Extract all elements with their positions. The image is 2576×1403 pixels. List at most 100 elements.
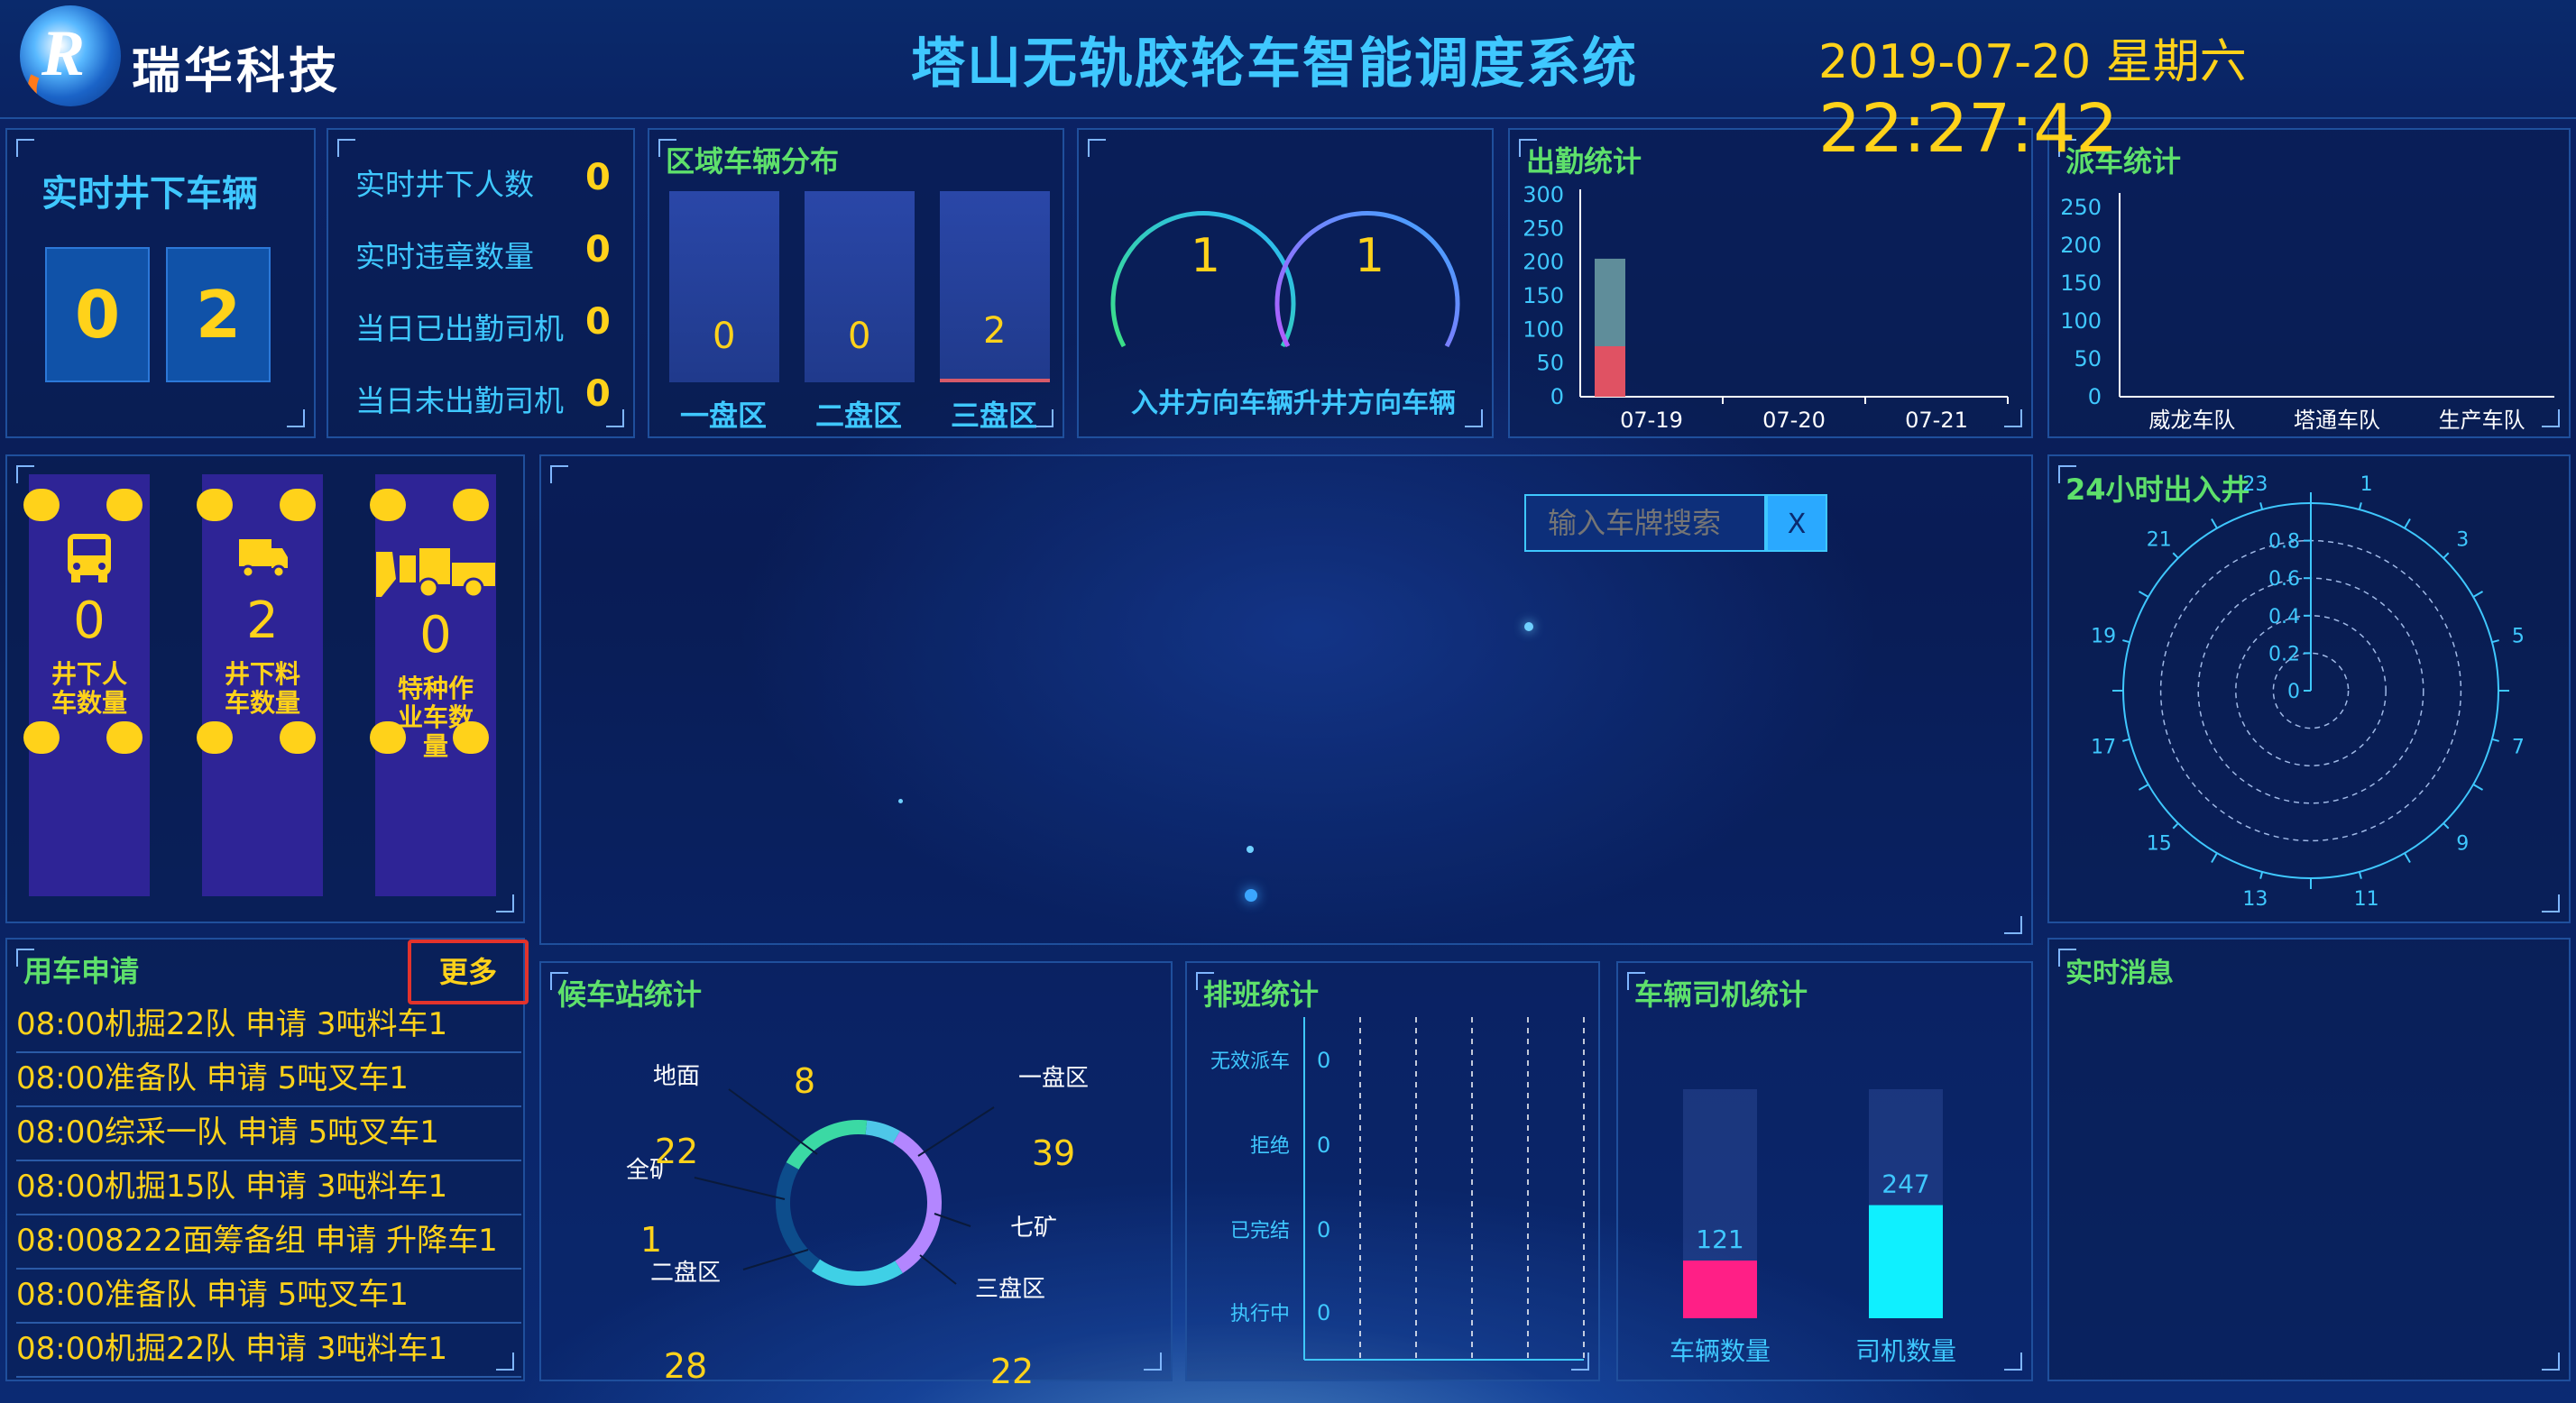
polar-tick: [2138, 784, 2149, 791]
polar-tick: [2404, 518, 2411, 529]
application-item[interactable]: 08:00机掘15队 申请 3吨料车1: [16, 1161, 521, 1215]
header: R 瑞华科技 塔山无轨胶轮车智能调度系统 2019-07-20 星期六 22:2…: [0, 0, 2576, 168]
schedule-category-label: 拒绝: [1250, 1135, 1290, 1158]
donut-value-label: 1: [640, 1220, 662, 1260]
y-tick-label: 300: [1523, 182, 1564, 207]
donut-value-label: 22: [990, 1352, 1034, 1383]
donut-value-label: 39: [1032, 1133, 1075, 1173]
decor-dot: [23, 721, 60, 754]
polar-radius-label: 0.4: [2268, 606, 2300, 628]
application-item[interactable]: 08:00机掘22队 申请 3吨料车1: [16, 999, 521, 1053]
hour-label: 7: [2512, 737, 2525, 759]
realtime-stats-panel: 实时井下人数 0 实时违章数量 0 当日已出勤司机 0 当日未出勤司机 0: [327, 128, 635, 438]
hour-label: 9: [2456, 832, 2469, 855]
application-item[interactable]: 08:00准备队 申请 5吨叉车1: [16, 1270, 521, 1324]
polar-tick: [2491, 738, 2499, 742]
attendance-chart: 300 250 200 150 100 50 0 07-19 07-20 07-21: [1523, 182, 2009, 433]
more-button[interactable]: 更多: [408, 940, 529, 1004]
stat-value: 0: [585, 301, 611, 343]
hour-label: 13: [2242, 888, 2268, 911]
polar-radius-label: 0: [2287, 681, 2300, 703]
y-tick-label: 50: [2074, 346, 2102, 371]
schedule-chart: 无效派车 0 拒绝 0 已完结 0 执行中 0: [1210, 1017, 1585, 1361]
polar-tick: [2259, 871, 2264, 879]
digit: 0: [74, 277, 121, 353]
stat-value: 0: [585, 373, 611, 415]
schedule-category-label: 无效派车: [1210, 1050, 1290, 1073]
y-tick-label: 0: [2088, 384, 2102, 409]
application-item[interactable]: 08:008222面筹备组 申请 升降车1: [16, 1215, 521, 1270]
y-tick-label: 50: [1536, 351, 1564, 376]
polar-tick: [2443, 552, 2450, 559]
donut-slice: [786, 1120, 868, 1170]
map-dot: [1245, 889, 1257, 902]
polar-tick: [2491, 639, 2499, 644]
map-dot: [1247, 846, 1254, 853]
donut-slice-label: 三盘区: [975, 1276, 1045, 1303]
application-item[interactable]: 08:00机掘22队 申请 3吨料车1: [16, 1324, 521, 1378]
schedule-category-label: 执行中: [1230, 1303, 1290, 1325]
stat-label: 当日已出勤司机: [355, 311, 564, 346]
polar-tick: [2211, 518, 2218, 529]
applications-title: 用车申请: [23, 954, 140, 988]
decor-dot: [197, 721, 233, 754]
polar-tick: [2122, 738, 2130, 742]
donut-value-label: 22: [655, 1132, 698, 1171]
stat-label: 当日未出勤司机: [355, 383, 564, 418]
dispatch-panel: 派车统计 250 200 150 100 50 0 威龙车队 塔通车队 生产车队: [2047, 128, 2571, 438]
schedule-value-label: 0: [1317, 1217, 1330, 1243]
y-tick-label: 150: [1523, 283, 1564, 308]
decor-dot: [106, 721, 143, 754]
clear-search-button[interactable]: X: [1766, 494, 1827, 552]
stat-label: 实时违章数量: [355, 239, 534, 274]
schedule-value-label: 0: [1317, 1132, 1330, 1158]
vehicle-type-column: 0 井下人车数量: [23, 474, 150, 896]
messages-title: 实时消息: [2065, 958, 2174, 989]
hour-label: 19: [2091, 625, 2116, 647]
y-tick-label: 100: [2060, 308, 2102, 334]
region-bar: [940, 191, 1050, 382]
time-label: 22:27:42: [1818, 90, 2119, 168]
application-item[interactable]: 08:00综采一队 申请 5吨叉车1: [16, 1107, 521, 1161]
polar-tick: [2211, 852, 2218, 864]
attendance-bar: [1595, 258, 1625, 346]
donut-slice-label: 地面: [653, 1063, 700, 1090]
region-label: 一盘区: [680, 399, 768, 433]
polar-tick: [2122, 639, 2130, 644]
polar-tick: [2472, 784, 2484, 791]
vehicle-type-column: 0 特种作业车数量: [370, 474, 499, 896]
region-label: 三盘区: [951, 399, 1038, 433]
donut-leader-line: [919, 1254, 957, 1285]
digit-box: 2: [166, 247, 271, 382]
stat-label: 实时井下人数: [355, 167, 534, 202]
hour-label: 11: [2354, 888, 2379, 911]
application-item[interactable]: 08:00准备队 申请 5吨叉车1: [16, 1053, 521, 1107]
direction-label: 入井方向车辆升井方向车辆: [1131, 388, 1456, 419]
x-tick-label: 塔通车队: [2294, 408, 2380, 433]
region-value: 0: [848, 316, 871, 357]
hour-label: 3: [2456, 529, 2469, 552]
map-panel: X: [539, 454, 2033, 945]
polar-tick: [2472, 591, 2484, 598]
y-tick-label: 250: [1523, 215, 1564, 241]
donut-slice-label: 七矿: [1010, 1215, 1057, 1242]
attendance-panel: 出勤统计 300 250 200 150 100 50 0 07-19 07-20 07-21: [1508, 128, 2033, 438]
applications-panel: 用车申请 更多 08:00机掘22队 申请 3吨料车1 08:00准备队 申请 5…: [5, 938, 529, 1381]
vd-category-label: 车辆数量: [1670, 1336, 1771, 1366]
y-tick-label: 250: [2060, 195, 2102, 220]
hour-label: 5: [2512, 625, 2525, 647]
schedule-category-label: 已完结: [1230, 1220, 1290, 1243]
loader-icon: [373, 543, 499, 604]
region-value: 0: [713, 316, 736, 357]
attendance-bar: [1595, 346, 1625, 397]
map-dot: [1524, 622, 1533, 631]
polar-tick: [2443, 822, 2450, 830]
x-tick-label: 07-21: [1905, 408, 1968, 433]
vehicle-type-label: 井下料车数量: [224, 659, 300, 718]
polar-tick: [2172, 822, 2179, 830]
hour-label: 23: [2242, 473, 2268, 496]
hour-label: 17: [2091, 737, 2116, 759]
page-title: 塔山无轨胶轮车智能调度系统: [911, 32, 1638, 96]
plate-search-input[interactable]: [1524, 494, 1766, 552]
donut-slice-label: 二盘区: [650, 1260, 721, 1287]
